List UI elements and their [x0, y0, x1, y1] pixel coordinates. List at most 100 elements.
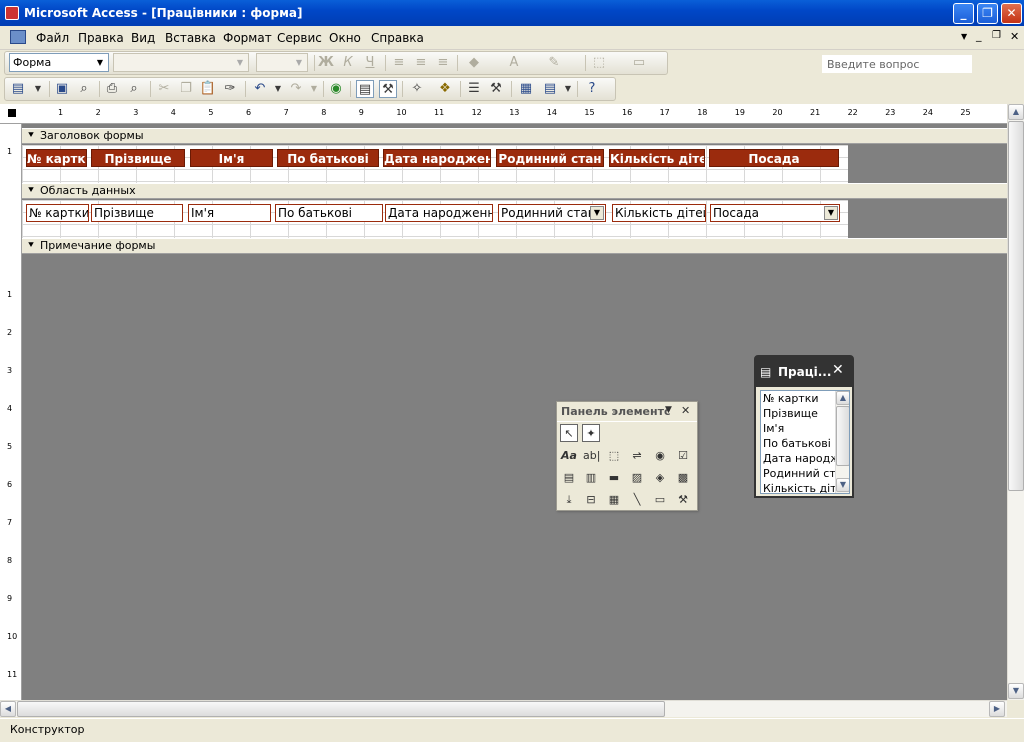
menu-service[interactable]: Сервис — [277, 31, 322, 45]
scroll-down-button[interactable]: ▼ — [836, 478, 849, 492]
field-position-combo[interactable]: Посада ▼ — [710, 204, 840, 222]
access-app-icon[interactable] — [5, 6, 19, 20]
textbox-tool-icon[interactable]: ab| — [582, 446, 600, 464]
object-combo[interactable]: Форма ▼ — [9, 53, 109, 72]
field-list-scroll-thumb[interactable] — [836, 406, 849, 466]
horizontal-scrollbar[interactable]: ◀ ▶ — [0, 700, 1007, 717]
header-label-name[interactable]: Ім'я — [190, 149, 273, 167]
field-list-scrollbar[interactable]: ▲ ▼ — [835, 391, 849, 493]
align-center-icon[interactable]: ≡ — [412, 54, 430, 72]
field-card-no[interactable]: № картки — [26, 204, 89, 222]
label-tool-icon[interactable]: Aa — [560, 446, 578, 464]
chevron-down-icon[interactable]: ▼ — [590, 206, 604, 220]
undo-icon[interactable]: ↶ — [251, 80, 269, 98]
rectangle-tool-icon[interactable]: ▭ — [651, 490, 669, 508]
align-left-icon[interactable]: ≡ — [390, 54, 408, 72]
new-object-icon[interactable]: ▤ — [541, 80, 559, 98]
menu-view[interactable]: Вид — [131, 31, 155, 45]
view-icon[interactable]: ▤ — [9, 80, 27, 98]
header-label-card-no[interactable]: № картки — [26, 149, 87, 167]
form-header-bar[interactable]: ⯆ Заголовок формы — [22, 128, 1007, 144]
scroll-up-button[interactable]: ▲ — [1008, 104, 1024, 120]
minimize-button[interactable]: _ — [953, 3, 974, 24]
field-marital-status-combo[interactable]: Родинний стан ▼ — [498, 204, 606, 222]
print-preview-icon[interactable]: ⌕ — [125, 80, 143, 98]
field-list-title-bar[interactable]: ▤ Праці... ✕ — [756, 357, 852, 387]
header-label-position[interactable]: Посада — [709, 149, 839, 167]
field-list-panel[interactable]: ▤ Праці... ✕ № картки Прізвище Ім'я По б… — [754, 355, 854, 498]
menu-edit[interactable]: Правка — [78, 31, 124, 45]
build-icon[interactable]: ⚒ — [487, 80, 505, 98]
field-birth-date[interactable]: Дата народження — [385, 204, 493, 222]
wizard-tool-icon[interactable]: ✦ — [582, 424, 600, 442]
detail-section-grid[interactable]: № картки Прізвище Ім'я По батькові Дата … — [22, 200, 848, 238]
image-tool-icon[interactable]: ▨ — [628, 468, 646, 486]
doc-minimize-button[interactable]: _ — [976, 29, 982, 42]
toggle-button-tool-icon[interactable]: ⇌ — [628, 446, 646, 464]
command-button-tool-icon[interactable]: ▬ — [605, 468, 623, 486]
chevron-down-icon[interactable]: ▼ — [824, 206, 838, 220]
chevron-down-icon[interactable]: ▼ — [665, 405, 672, 415]
field-surname[interactable]: Прізвище — [91, 204, 183, 222]
ask-question-input[interactable]: Введите вопрос — [822, 55, 972, 73]
font-combo[interactable]: ▼ — [113, 53, 249, 72]
menu-file[interactable]: Файл — [36, 31, 69, 45]
autoformat-icon[interactable]: ✧ — [408, 80, 426, 98]
header-label-patronymic[interactable]: По батькові — [277, 149, 379, 167]
scroll-down-button[interactable]: ▼ — [1008, 683, 1024, 699]
form-footer-bar[interactable]: ⯆ Примечание формы — [22, 238, 1007, 254]
more-controls-tool-icon[interactable]: ⚒ — [674, 490, 692, 508]
detail-section-bar[interactable]: ⯆ Область данных — [22, 183, 1007, 199]
line-tool-icon[interactable]: ╲ — [628, 490, 646, 508]
doc-restore-button[interactable]: ❐ — [992, 30, 1001, 41]
option-group-tool-icon[interactable]: ⬚ — [605, 446, 623, 464]
toolbox-icon[interactable]: ⚒ — [379, 80, 397, 98]
database-window-icon[interactable]: ▦ — [517, 80, 535, 98]
properties-icon[interactable]: ☰ — [465, 80, 483, 98]
copy-icon[interactable]: ❐ — [177, 80, 195, 98]
fill-color-icon[interactable]: ◆ — [465, 54, 483, 72]
checkbox-tool-icon[interactable]: ☑ — [674, 446, 692, 464]
size-combo[interactable]: ▼ — [256, 53, 308, 72]
italic-icon[interactable]: К — [339, 54, 357, 72]
form-header-grid[interactable]: № картки Прізвище Ім'я По батькові Дата … — [22, 145, 848, 183]
toolbox-title-bar[interactable]: Панель элементс ▼ ✕ — [557, 402, 697, 422]
ask-dropdown-icon[interactable]: ▼ — [961, 32, 967, 41]
cut-icon[interactable]: ✂ — [155, 80, 173, 98]
form-selector[interactable] — [8, 109, 16, 117]
vertical-scroll-thumb[interactable] — [1008, 121, 1024, 491]
font-color-icon[interactable]: A — [505, 54, 523, 72]
field-children-count[interactable]: Кількість дітей — [612, 204, 706, 222]
field-patronymic[interactable]: По батькові — [275, 204, 383, 222]
menu-format[interactable]: Формат — [223, 31, 272, 45]
line-color-icon[interactable]: ✎ — [545, 54, 563, 72]
vertical-scrollbar[interactable]: ▲ ▼ — [1007, 104, 1024, 700]
unbound-object-tool-icon[interactable]: ◈ — [651, 468, 669, 486]
form-icon[interactable] — [10, 30, 26, 44]
header-label-birth-date[interactable]: Дата народження — [383, 149, 491, 167]
menu-insert[interactable]: Вставка — [165, 31, 216, 45]
list-box-tool-icon[interactable]: ▥ — [582, 468, 600, 486]
file-search-icon[interactable]: ⌕ — [75, 80, 93, 98]
doc-close-button[interactable]: ✕ — [1010, 30, 1019, 43]
header-label-surname[interactable]: Прізвище — [91, 149, 185, 167]
combo-box-tool-icon[interactable]: ▤ — [560, 468, 578, 486]
align-right-icon[interactable]: ≡ — [434, 54, 452, 72]
chevron-down-icon[interactable]: ▼ — [269, 80, 287, 98]
subform-tool-icon[interactable]: ▦ — [605, 490, 623, 508]
scroll-right-button[interactable]: ▶ — [989, 701, 1005, 717]
underline-icon[interactable]: Ч — [361, 54, 379, 72]
save-icon[interactable]: ▣ — [53, 80, 71, 98]
help-icon[interactable]: ? — [583, 80, 601, 98]
option-button-tool-icon[interactable]: ◉ — [651, 446, 669, 464]
scroll-left-button[interactable]: ◀ — [0, 701, 16, 717]
close-icon[interactable]: ✕ — [832, 362, 844, 378]
bold-icon[interactable]: Ж — [317, 54, 335, 72]
header-label-children-count[interactable]: Кількість дітей — [609, 149, 705, 167]
select-objects-tool-icon[interactable]: ↖ — [560, 424, 578, 442]
field-list-icon[interactable]: ▤ — [356, 80, 374, 98]
menu-help[interactable]: Справка — [371, 31, 424, 45]
header-label-marital-status[interactable]: Родинний стан — [496, 149, 604, 167]
chevron-down-icon[interactable]: ▼ — [559, 80, 577, 98]
bound-object-tool-icon[interactable]: ▩ — [674, 468, 692, 486]
